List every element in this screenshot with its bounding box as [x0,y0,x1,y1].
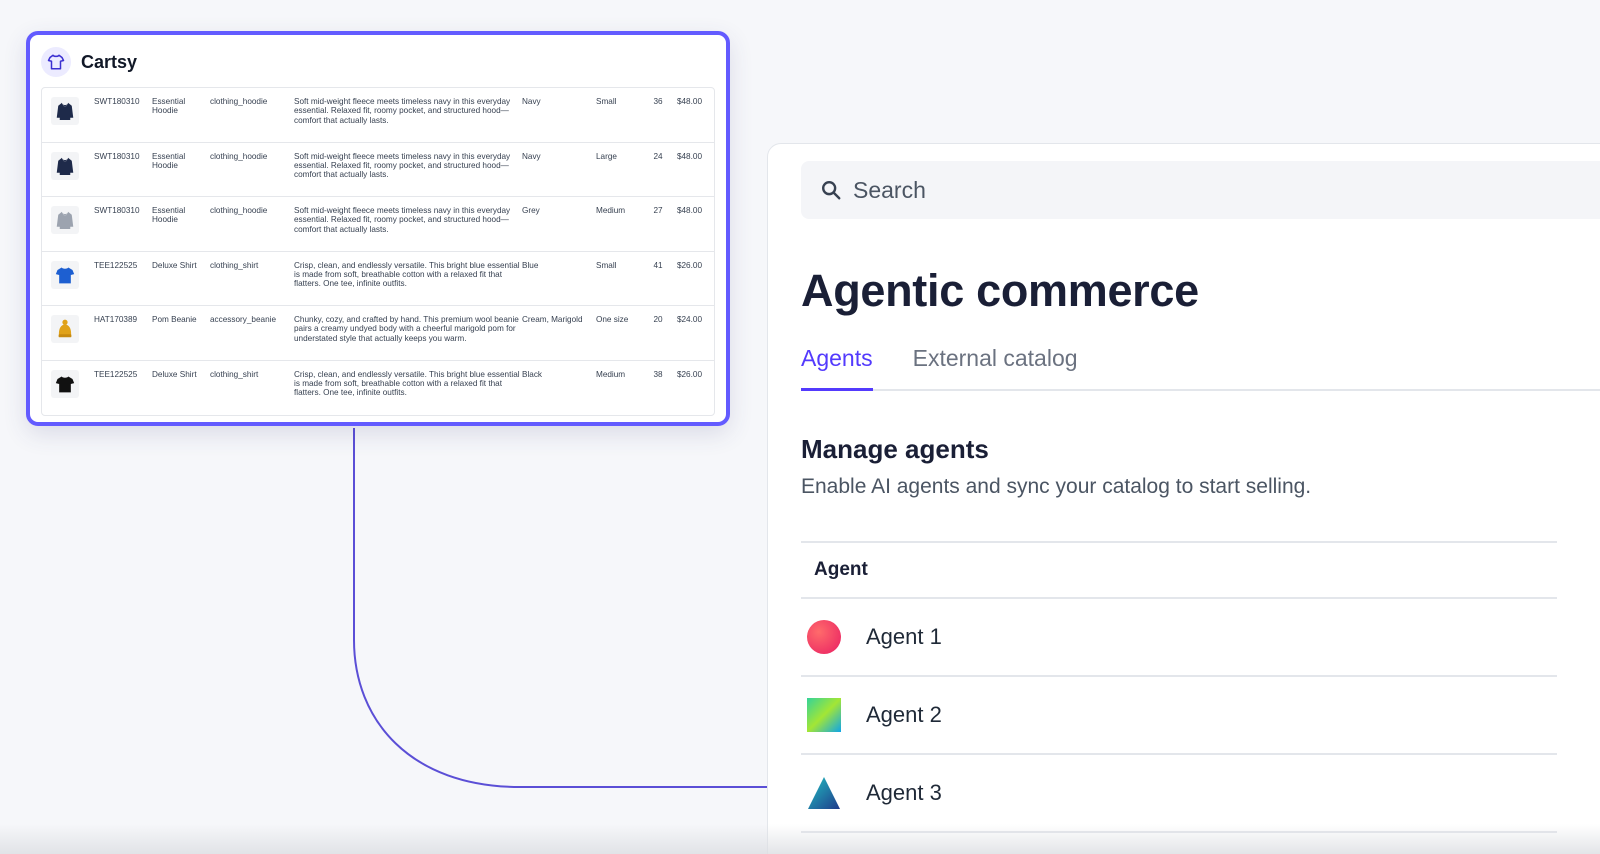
product-description: Chunky, cozy, and crafted by hand. This … [294,315,519,343]
product-table: SWT180310 Essential Hoodie clothing_hoodie… [41,87,715,416]
product-row[interactable]: SWT180310 Essential Hoodie clothing_hoodie… [42,143,714,197]
product-description: Soft mid-weight fleece meets timeless na… [294,151,511,180]
product-quantity: 24 [653,151,663,161]
product-quantity: 20 [653,315,663,324]
product-name: Essential Hoodie [152,151,186,170]
hoodie-icon [51,151,79,180]
product-size: Medium [596,369,626,379]
agent-name: Agent 3 [866,780,942,805]
product-color: Black [522,369,543,379]
product-row[interactable]: SWT180310 Essential Hoodie clothing_hoodie… [42,197,714,252]
beanie-icon [51,315,79,343]
tab-external-catalog[interactable]: External catalog [913,345,1118,391]
agent-row-2[interactable]: Agent 2 [801,677,1557,755]
page-title: Agentic commerce [801,265,1199,316]
product-row[interactable]: SWT180310 Essential Hoodie clothing_hoodie… [42,88,714,143]
product-size: Large [596,151,617,161]
product-price: $24.00 [676,315,702,324]
square-icon [807,698,841,732]
shirt-logo-icon [41,47,71,77]
product-size: Medium [596,206,626,215]
hoodie-icon [51,206,79,234]
product-price: $48.00 [676,97,702,106]
tshirt-icon [51,369,79,398]
product-name: Pom Beanie [152,315,197,324]
product-row[interactable]: HAT170389 Pom Beanie accessory_beanie Chunk… [42,306,714,361]
product-price: $26.00 [676,260,702,270]
product-row[interactable]: TEE122525 Deluxe Shirt clothing_shirt Crisp… [42,361,714,416]
product-name: Essential Hoodie [152,206,186,225]
section-title: Manage agents [801,434,989,464]
product-name: Essential Hoodie [152,97,186,116]
circle-icon [807,620,841,654]
search-input[interactable]: Search [801,161,1600,219]
product-category: clothing_hoodie [210,206,268,215]
product-row[interactable]: TEE122525 Deluxe Shirt clothing_shirt Crisp… [42,252,714,306]
product-size: One size [596,315,629,324]
product-quantity: 41 [653,260,663,270]
product-description: Soft mid-weight fleece meets timeless na… [294,206,511,234]
product-size: Small [596,260,617,270]
agent-table: Agent Agent 1 Agent 2 Agent 3 [801,541,1557,833]
product-sku: HAT170389 [94,315,138,324]
agent-column-header: Agent [801,543,1557,599]
product-name: Deluxe Shirt [152,260,197,270]
product-name: Deluxe Shirt [152,369,197,379]
agent-row-3[interactable]: Agent 3 [801,755,1557,833]
product-price: $48.00 [676,206,702,215]
section-subtitle: Enable AI agents and sync your catalog t… [801,475,1312,498]
tab-agents[interactable]: Agents [801,345,873,391]
product-color: Navy [522,151,541,161]
triangle-icon [808,777,840,809]
product-sku: SWT180310 [94,97,140,106]
product-sku: TEE122525 [94,260,138,270]
product-price: $48.00 [676,151,702,161]
agentic-commerce-panel: Search Agentic commerce Agents External … [767,143,1600,854]
product-category: clothing_hoodie [210,151,268,161]
product-color: Cream, Marigold [522,315,583,324]
product-sku: SWT180310 [94,206,140,215]
product-sku: TEE122525 [94,369,138,379]
agent-row-1[interactable]: Agent 1 [801,599,1557,677]
search-icon [822,181,841,200]
product-quantity: 27 [653,206,663,215]
hoodie-icon [51,97,79,125]
product-price: $26.00 [676,369,702,379]
bottom-fade [0,824,1600,854]
product-quantity: 38 [653,369,663,379]
product-description: Crisp, clean, and endlessly versatile. T… [294,260,520,289]
search-placeholder: Search [853,176,926,203]
product-category: clothing_shirt [210,260,259,270]
agent-name: Agent 2 [866,702,942,727]
product-sku: SWT180310 [94,151,140,161]
cartsy-brand-name: Cartsy [81,51,138,72]
product-color: Blue [522,260,539,270]
product-size: Small [596,97,617,106]
product-description: Soft mid-weight fleece meets timeless na… [294,97,511,125]
tshirt-icon [51,260,79,289]
agent-name: Agent 1 [866,624,942,649]
product-category: clothing_shirt [210,369,259,379]
cartsy-catalog-card: Cartsy SWT180310 Essential Hoodie clothing… [26,31,730,426]
product-color: Navy [522,97,541,106]
product-color: Grey [522,206,540,215]
product-category: accessory_beanie [210,315,276,324]
product-description: Crisp, clean, and endlessly versatile. T… [294,369,520,398]
tab-bar: Agents External catalog [801,345,1600,391]
product-category: clothing_hoodie [210,97,268,106]
cartsy-header: Cartsy [41,45,715,79]
product-quantity: 36 [653,97,663,106]
